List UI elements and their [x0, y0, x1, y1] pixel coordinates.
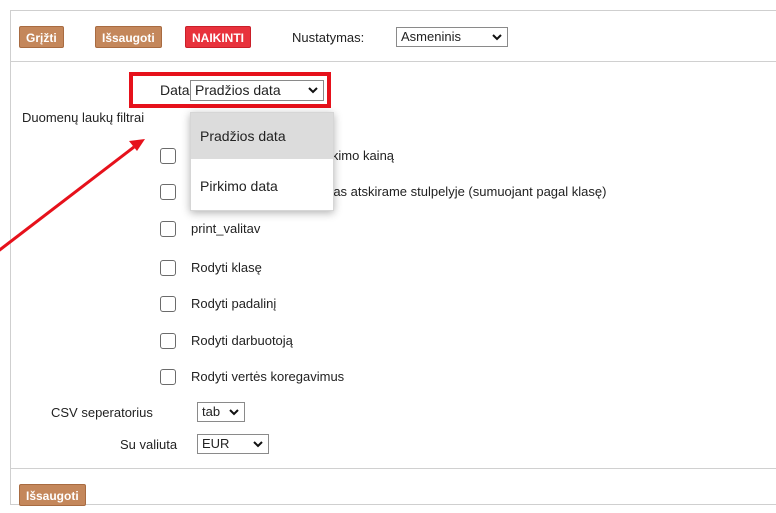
annotation-arrow: [0, 139, 145, 252]
